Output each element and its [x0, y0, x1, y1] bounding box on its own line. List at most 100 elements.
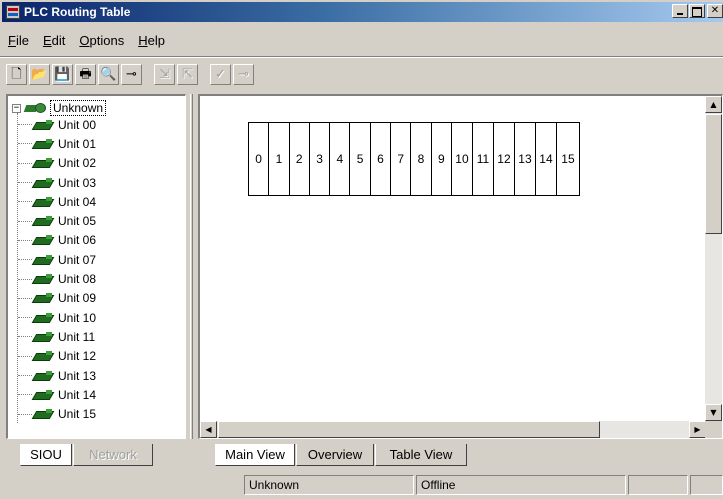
slot-1[interactable]: 1 [269, 123, 290, 195]
tree-item-unit-15[interactable]: Unit 15 [18, 404, 96, 423]
menu-file-label: ile [15, 32, 29, 48]
slot-5[interactable]: 5 [350, 123, 371, 195]
tab-siou[interactable]: SIOU [20, 444, 72, 466]
toolbar: 🗋 📂 💾 🖶 🔍 ⊸ ⇲ ⇱ ✓ ⊸ [6, 62, 256, 86]
transfer-to-plc-button[interactable]: ⇲ [154, 63, 175, 85]
tree-connector [18, 239, 32, 241]
scroll-down-button[interactable]: ▼ [705, 404, 722, 421]
print-preview-button[interactable]: 🔍 [98, 63, 119, 85]
unit-icon [34, 370, 54, 381]
tree-item-unit-05[interactable]: Unit 05 [18, 211, 96, 230]
tree-item-unit-14[interactable]: Unit 14 [18, 385, 96, 404]
tree-item-unit-00[interactable]: Unit 00 [18, 115, 96, 134]
slot-2[interactable]: 2 [290, 123, 310, 195]
transfer-from-plc-button[interactable]: ⇱ [177, 63, 198, 85]
slot-3[interactable]: 3 [310, 123, 331, 195]
tree-item-unit-11[interactable]: Unit 11 [18, 327, 96, 346]
minimize-button[interactable] [672, 4, 688, 18]
menu-file[interactable]: File [2, 31, 37, 50]
open-button[interactable]: 📂 [29, 63, 50, 85]
pin-button[interactable]: ⊸ [121, 63, 142, 85]
tree-root-label[interactable]: Unknown [50, 100, 107, 116]
slot-4[interactable]: 4 [330, 123, 351, 195]
tab-siou-label: SIOU [30, 447, 62, 462]
slot-7[interactable]: 7 [391, 123, 412, 195]
slot-6[interactable]: 6 [371, 123, 392, 195]
tree-item-unit-07[interactable]: Unit 07 [18, 250, 96, 269]
save-button[interactable]: 💾 [52, 63, 73, 85]
slot-9[interactable]: 9 [432, 123, 452, 195]
menu-edit-mnemonic: E [42, 32, 52, 48]
tree-item-unit-04[interactable]: Unit 04 [18, 192, 96, 211]
title-bar[interactable]: PLC Routing Table ✕ [2, 2, 723, 22]
horizontal-scroll-thumb[interactable] [218, 421, 600, 438]
unit-icon [34, 254, 54, 265]
scroll-right-button[interactable]: ▶ [689, 421, 706, 438]
print-icon: 🖶 [79, 66, 92, 82]
unit-label: Unit 13 [58, 368, 97, 383]
close-button[interactable]: ✕ [707, 4, 723, 18]
collapse-icon[interactable]: − [12, 103, 21, 113]
new-button[interactable]: 🗋 [6, 63, 27, 85]
tab-overview[interactable]: Overview [296, 444, 374, 466]
tree-connector [18, 413, 32, 415]
tree-item-unit-08[interactable]: Unit 08 [18, 269, 96, 288]
delete-button[interactable]: ⊸ [233, 63, 254, 85]
arrow-left-icon: ◀ [205, 425, 212, 434]
delete-icon: ⊸ [238, 66, 249, 82]
main-window: PLC Routing Table ✕ File Edit Options He… [0, 0, 723, 499]
slot-0[interactable]: 0 [249, 123, 270, 195]
menu-edit[interactable]: Edit [37, 31, 73, 50]
tree-item-unit-09[interactable]: Unit 09 [18, 289, 96, 308]
menu-help[interactable]: Help [132, 31, 173, 50]
tree-item-unit-01[interactable]: Unit 01 [18, 134, 96, 153]
transfer-from-plc-icon: ⇱ [182, 66, 193, 82]
main-view-panel[interactable]: 0 1 2 3 4 5 6 7 8 9 10 11 12 13 14 15 ▲ … [198, 94, 723, 439]
tree-connector [18, 336, 32, 338]
tree-connector [18, 143, 32, 145]
slot-14[interactable]: 14 [536, 123, 557, 195]
tree-root[interactable]: − Unknown [12, 100, 107, 116]
slot-12[interactable]: 12 [494, 123, 515, 195]
tab-table-view[interactable]: Table View [375, 444, 467, 466]
unit-label: Unit 07 [58, 252, 97, 267]
tab-main-view[interactable]: Main View [215, 444, 295, 466]
tree-connector [18, 355, 32, 357]
maximize-button[interactable] [689, 4, 705, 18]
print-button[interactable]: 🖶 [75, 63, 96, 85]
scroll-up-button[interactable]: ▲ [705, 96, 722, 113]
tab-network[interactable]: Network [73, 444, 153, 466]
menu-options-mnemonic: O [79, 32, 90, 48]
status-pane [628, 475, 688, 495]
unit-label: Unit 10 [58, 310, 97, 325]
tab-main-view-label: Main View [225, 447, 285, 462]
menu-edit-label: dit [51, 32, 66, 48]
tree-item-unit-06[interactable]: Unit 06 [18, 231, 96, 250]
slot-15[interactable]: 15 [557, 123, 579, 195]
tree-item-unit-10[interactable]: Unit 10 [18, 308, 96, 327]
slot-8[interactable]: 8 [411, 123, 432, 195]
panel-splitter[interactable] [188, 94, 196, 439]
size-grip[interactable] [690, 475, 723, 495]
check-button[interactable]: ✓ [210, 63, 231, 85]
scroll-left-button[interactable]: ◀ [200, 421, 217, 438]
slot-10[interactable]: 10 [452, 123, 473, 195]
status-network: Unknown [244, 475, 414, 495]
menu-options[interactable]: Options [73, 31, 132, 50]
tree-item-unit-12[interactable]: Unit 12 [18, 347, 96, 366]
tree-item-unit-03[interactable]: Unit 03 [18, 173, 96, 192]
vertical-scroll-thumb[interactable] [705, 114, 722, 234]
slot-13[interactable]: 13 [515, 123, 536, 195]
vertical-scrollbar[interactable]: ▲ ▼ [705, 96, 722, 421]
network-tree[interactable]: − Unknown Unit 00 Unit 01 Unit 02 Unit 0… [6, 94, 186, 439]
slot-11[interactable]: 11 [473, 123, 494, 195]
tree-item-unit-13[interactable]: Unit 13 [18, 366, 96, 385]
app-icon[interactable] [6, 5, 20, 19]
tree-item-unit-02[interactable]: Unit 02 [18, 154, 96, 173]
unit-label: Unit 09 [58, 291, 97, 306]
scroll-corner [705, 421, 722, 438]
status-network-text: Unknown [249, 478, 300, 492]
unit-icon [34, 138, 54, 149]
unit-icon [34, 293, 54, 303]
horizontal-scrollbar[interactable]: ◀ ▶ [200, 421, 706, 438]
